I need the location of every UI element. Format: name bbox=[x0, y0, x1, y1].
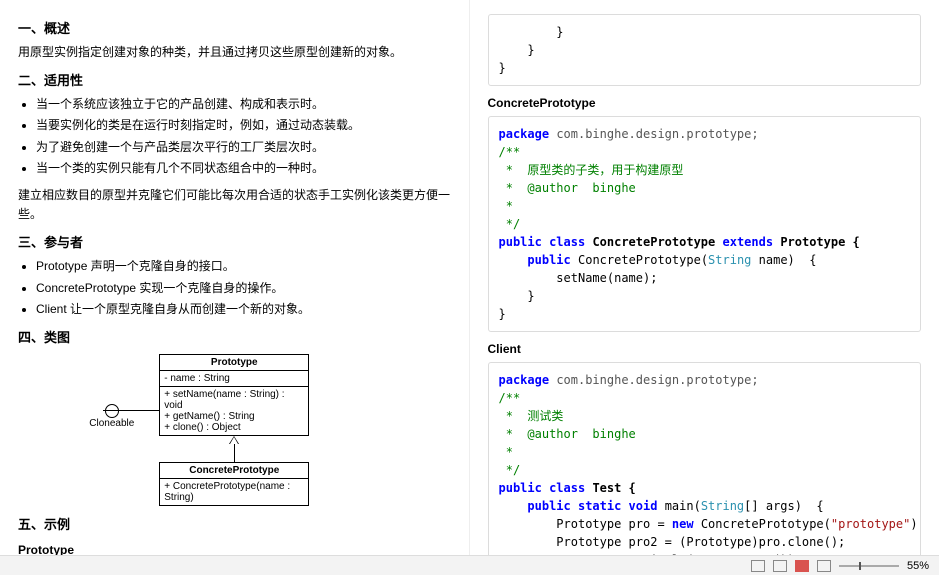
section-example-heading: 五、示例 bbox=[18, 514, 451, 533]
code-concreteprototype: package com.binghe.design.prototype; /**… bbox=[488, 116, 922, 332]
view-mode-icon[interactable] bbox=[817, 560, 831, 572]
uml-cloneable: Cloneable bbox=[89, 404, 134, 429]
code-client: package com.binghe.design.prototype; /**… bbox=[488, 362, 922, 575]
zoom-slider[interactable] bbox=[839, 565, 899, 567]
uml-prototype-box: Prototype - name : String + setName(name… bbox=[159, 354, 309, 436]
applicability-note: 建立相应数目的原型并克隆它们可能比每次用合适的状态手工实例化该类更方便一些。 bbox=[18, 186, 451, 224]
view-mode-icon[interactable] bbox=[751, 560, 765, 572]
section-classdiagram-heading: 四、类图 bbox=[18, 327, 451, 346]
client-heading: Client bbox=[488, 342, 922, 356]
list-item: Prototype 声明一个克隆自身的接口。 bbox=[36, 257, 451, 276]
list-item: 当一个系统应该独立于它的产品创建、构成和表示时。 bbox=[36, 95, 451, 114]
view-mode-icon[interactable] bbox=[795, 560, 809, 572]
zoom-percent: 55% bbox=[907, 560, 929, 572]
section-participants-heading: 三、参与者 bbox=[18, 232, 451, 251]
concreteprototype-heading: ConcretePrototype bbox=[488, 96, 922, 110]
left-column: 一、概述 用原型实例指定创建对象的种类，并且通过拷贝这些原型创建新的对象。 二、… bbox=[0, 0, 470, 575]
status-bar: 55% bbox=[0, 555, 939, 575]
applicability-list: 当一个系统应该独立于它的产品创建、构成和表示时。 当要实例化的类是在运行时刻指定… bbox=[36, 95, 451, 178]
uml-diagram: Cloneable Prototype - name : String + se… bbox=[18, 354, 451, 506]
right-column: } } } ConcretePrototype package com.bing… bbox=[470, 0, 939, 575]
list-item: 为了避免创建一个与产品类层次平行的工厂类层次时。 bbox=[36, 138, 451, 157]
section-applicability-heading: 二、适用性 bbox=[18, 70, 451, 89]
overview-text: 用原型实例指定创建对象的种类，并且通过拷贝这些原型创建新的对象。 bbox=[18, 43, 451, 62]
list-item: 当要实例化的类是在运行时刻指定时，例如，通过动态装载。 bbox=[36, 116, 451, 135]
code-tail: } } } bbox=[488, 14, 922, 86]
list-item: ConcretePrototype 实现一个克隆自身的操作。 bbox=[36, 279, 451, 298]
list-item: 当一个类的实例只能有几个不同状态组合中的一种时。 bbox=[36, 159, 451, 178]
view-mode-icon[interactable] bbox=[773, 560, 787, 572]
list-item: Client 让一个原型克隆自身从而创建一个新的对象。 bbox=[36, 300, 451, 319]
uml-concreteprototype-box: ConcretePrototype + ConcretePrototype(na… bbox=[159, 462, 309, 506]
participants-list: Prototype 声明一个克隆自身的接口。 ConcretePrototype… bbox=[36, 257, 451, 319]
section-overview-heading: 一、概述 bbox=[18, 18, 451, 37]
